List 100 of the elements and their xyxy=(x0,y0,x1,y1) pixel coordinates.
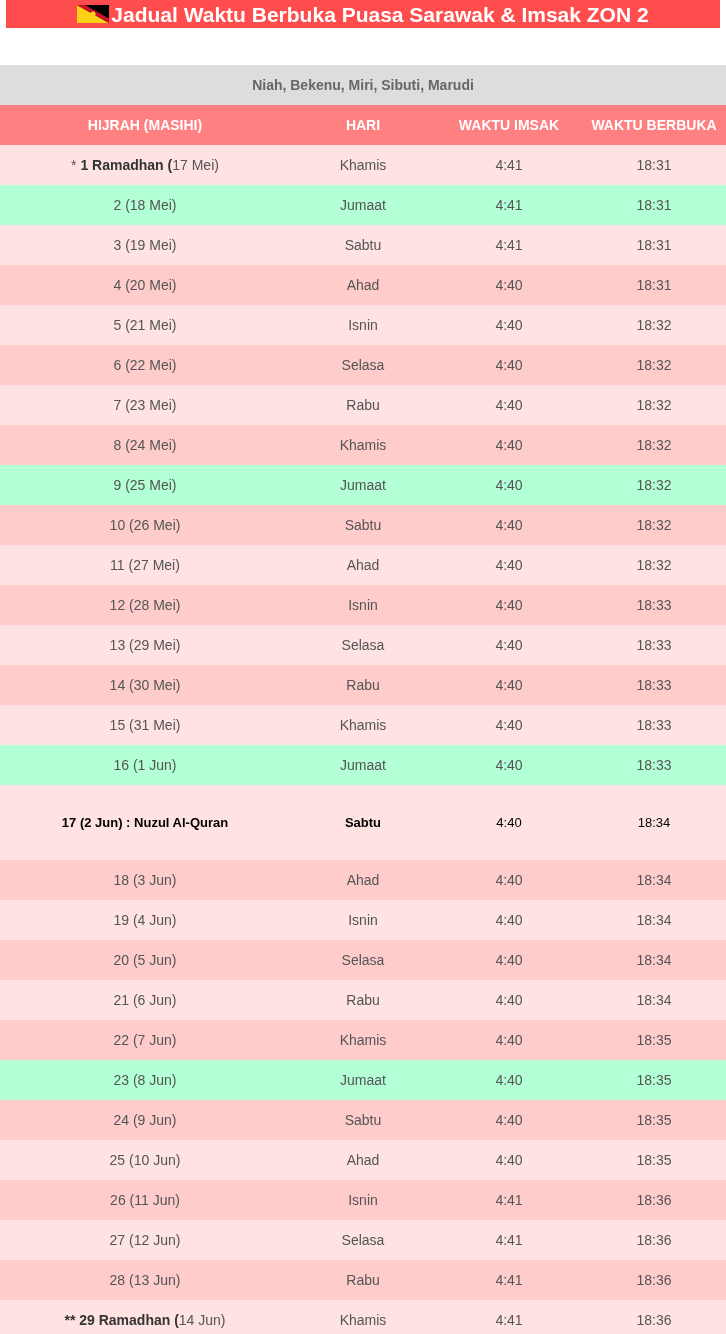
table-cell-text: 18:31 xyxy=(635,237,673,253)
table-cell-text: 27 (12 Jun) xyxy=(108,1232,182,1248)
table-cell-text: 22 (7 Jun) xyxy=(112,1032,178,1048)
table-cell-text: 4:40 xyxy=(495,815,523,830)
column-header: HARI xyxy=(344,117,382,133)
table-cell-text: 4:40 xyxy=(494,992,524,1008)
table-cell-text: 4:40 xyxy=(494,952,524,968)
table-cell-text: Rabu xyxy=(345,992,381,1008)
table-cell-text: 18:33 xyxy=(635,757,673,773)
table-cell-text: 18:35 xyxy=(635,1072,673,1088)
flag-icon xyxy=(77,5,110,23)
table-cell-text: Ahad xyxy=(345,1152,381,1168)
table-cell-text: Rabu xyxy=(345,677,381,693)
table-cell-text: Jumaat xyxy=(339,1072,387,1088)
table-cell-text: Rabu xyxy=(345,397,381,413)
table-cell-text: 21 (6 Jun) xyxy=(112,992,178,1008)
table-cell-text: Selasa xyxy=(340,952,386,968)
table-cell-text: 4:40 xyxy=(494,637,524,653)
table-cell-text: Jumaat xyxy=(339,757,387,773)
table-cell-text: 4:40 xyxy=(494,517,524,533)
table-cell-text: 4:41 xyxy=(494,1232,524,1248)
column-header: HIJRAH (MASIHI) xyxy=(86,117,204,133)
table-cell-text: 15 (31 Mei) xyxy=(108,717,182,733)
table-cell-text: 18:36 xyxy=(635,1232,673,1248)
table-cell-text: 18:32 xyxy=(635,357,673,373)
table-cell-text: Selasa xyxy=(340,1232,386,1248)
table-cell-text: 18:32 xyxy=(635,477,673,493)
table-cell-text: 14 (30 Mei) xyxy=(108,677,182,693)
table-cell-text: *1 Ramadhan (17 Mei) xyxy=(70,157,220,173)
table-cell-text: 4 (20 Mei) xyxy=(112,277,178,293)
table-cell-text: 18:32 xyxy=(635,397,673,413)
table-cell-text: 4:41 xyxy=(494,1312,524,1328)
table-cell-text: Isnin xyxy=(347,317,379,333)
table-cell-text: 12 (28 Mei) xyxy=(108,597,182,613)
table-cell-text: 18:32 xyxy=(635,557,673,573)
table-cell-text: Sabtu xyxy=(343,815,383,830)
table-cell-text: 18:35 xyxy=(635,1032,673,1048)
table-cell-text: 4:41 xyxy=(494,197,524,213)
table-cell-text: Isnin xyxy=(347,597,379,613)
table-cell-text: Khamis xyxy=(338,1312,388,1328)
table-cell-text: 4:40 xyxy=(494,1152,524,1168)
table-cell-text: 4:40 xyxy=(494,757,524,773)
table-cell-text: Khamis xyxy=(338,437,388,453)
table-cell-text: 18 (3 Jun) xyxy=(112,872,178,888)
table-cell-text: 18:34 xyxy=(635,872,673,888)
table-cell-text: 18:33 xyxy=(635,677,673,693)
table-cell-text: 4:41 xyxy=(494,1192,524,1208)
table-cell-text: 19 (4 Jun) xyxy=(112,912,178,928)
table-cell-text: Khamis xyxy=(338,1032,388,1048)
table-cell-text: 18:33 xyxy=(635,597,673,613)
table-cell-text: Isnin xyxy=(347,912,379,928)
table-cell-text: Sabtu xyxy=(343,237,383,253)
zone-areas: Niah, Bekenu, Miri, Sibuti, Marudi xyxy=(252,77,474,93)
table-cell-text: Jumaat xyxy=(339,197,387,213)
table-cell-text: 10 (26 Mei) xyxy=(108,517,182,533)
column-header: WAKTU BERBUKA xyxy=(590,117,718,133)
table-cell-text: 4:40 xyxy=(494,317,524,333)
table-cell-text: 4:40 xyxy=(494,677,524,693)
table-cell-text: Ahad xyxy=(345,872,381,888)
table-cell-text: 4:40 xyxy=(494,597,524,613)
table-cell-text: 18:36 xyxy=(635,1312,673,1328)
table-cell-text: 18:31 xyxy=(635,277,673,293)
table-cell-text: 9 (25 Mei) xyxy=(112,477,178,493)
table-cell-text: 18:34 xyxy=(635,992,673,1008)
table-cell-text: 18:32 xyxy=(635,317,673,333)
table-cell-text: 26 (11 Jun) xyxy=(109,1192,181,1208)
table-cell-text: 4:40 xyxy=(494,912,524,928)
table-cell-text: Rabu xyxy=(345,1272,381,1288)
table-cell-text: Ahad xyxy=(345,557,381,573)
table-cell-text: 18:36 xyxy=(635,1272,673,1288)
table-cell-text: Isnin xyxy=(347,1192,379,1208)
table-cell-text: 18:32 xyxy=(635,517,673,533)
table-cell-text: 25 (10 Jun) xyxy=(108,1152,182,1168)
table-cell-text: Khamis xyxy=(338,717,388,733)
table-cell-text: 4:40 xyxy=(494,1032,524,1048)
table-cell-text: 4:40 xyxy=(494,1112,524,1128)
table-cell-text: 18:34 xyxy=(636,815,672,830)
table-cell-text: 3 (19 Mei) xyxy=(112,237,178,253)
column-header: WAKTU IMSAK xyxy=(457,117,561,133)
table-cell-text: 18:31 xyxy=(635,157,673,173)
table-cell-text: 23 (8 Jun) xyxy=(112,1072,178,1088)
table-cell-text: 4:40 xyxy=(494,357,524,373)
table-cell-text: 18:32 xyxy=(635,437,673,453)
table-cell-text: 20 (5 Jun) xyxy=(112,952,178,968)
table-cell-text: 18:34 xyxy=(635,912,673,928)
table-cell-text: Khamis xyxy=(338,157,388,173)
table-cell-text: 4:40 xyxy=(494,717,524,733)
table-cell-text: 4:40 xyxy=(494,437,524,453)
table-cell-text: 4:41 xyxy=(494,1272,524,1288)
table-cell-text: 2 (18 Mei) xyxy=(112,197,178,213)
table-cell-text: 18:36 xyxy=(635,1192,673,1208)
table-cell-text: 8 (24 Mei) xyxy=(112,437,178,453)
table-cell-text: 4:40 xyxy=(494,872,524,888)
table-cell-text: 4:40 xyxy=(494,557,524,573)
table-cell-text: 16 (1 Jun) xyxy=(112,757,178,773)
table-cell-text: Sabtu xyxy=(343,517,383,533)
table-cell-text: 5 (21 Mei) xyxy=(112,317,178,333)
table-cell-text: Selasa xyxy=(340,357,386,373)
table-cell-text: 18:33 xyxy=(635,717,673,733)
table-cell-text: 7 (23 Mei) xyxy=(112,397,178,413)
